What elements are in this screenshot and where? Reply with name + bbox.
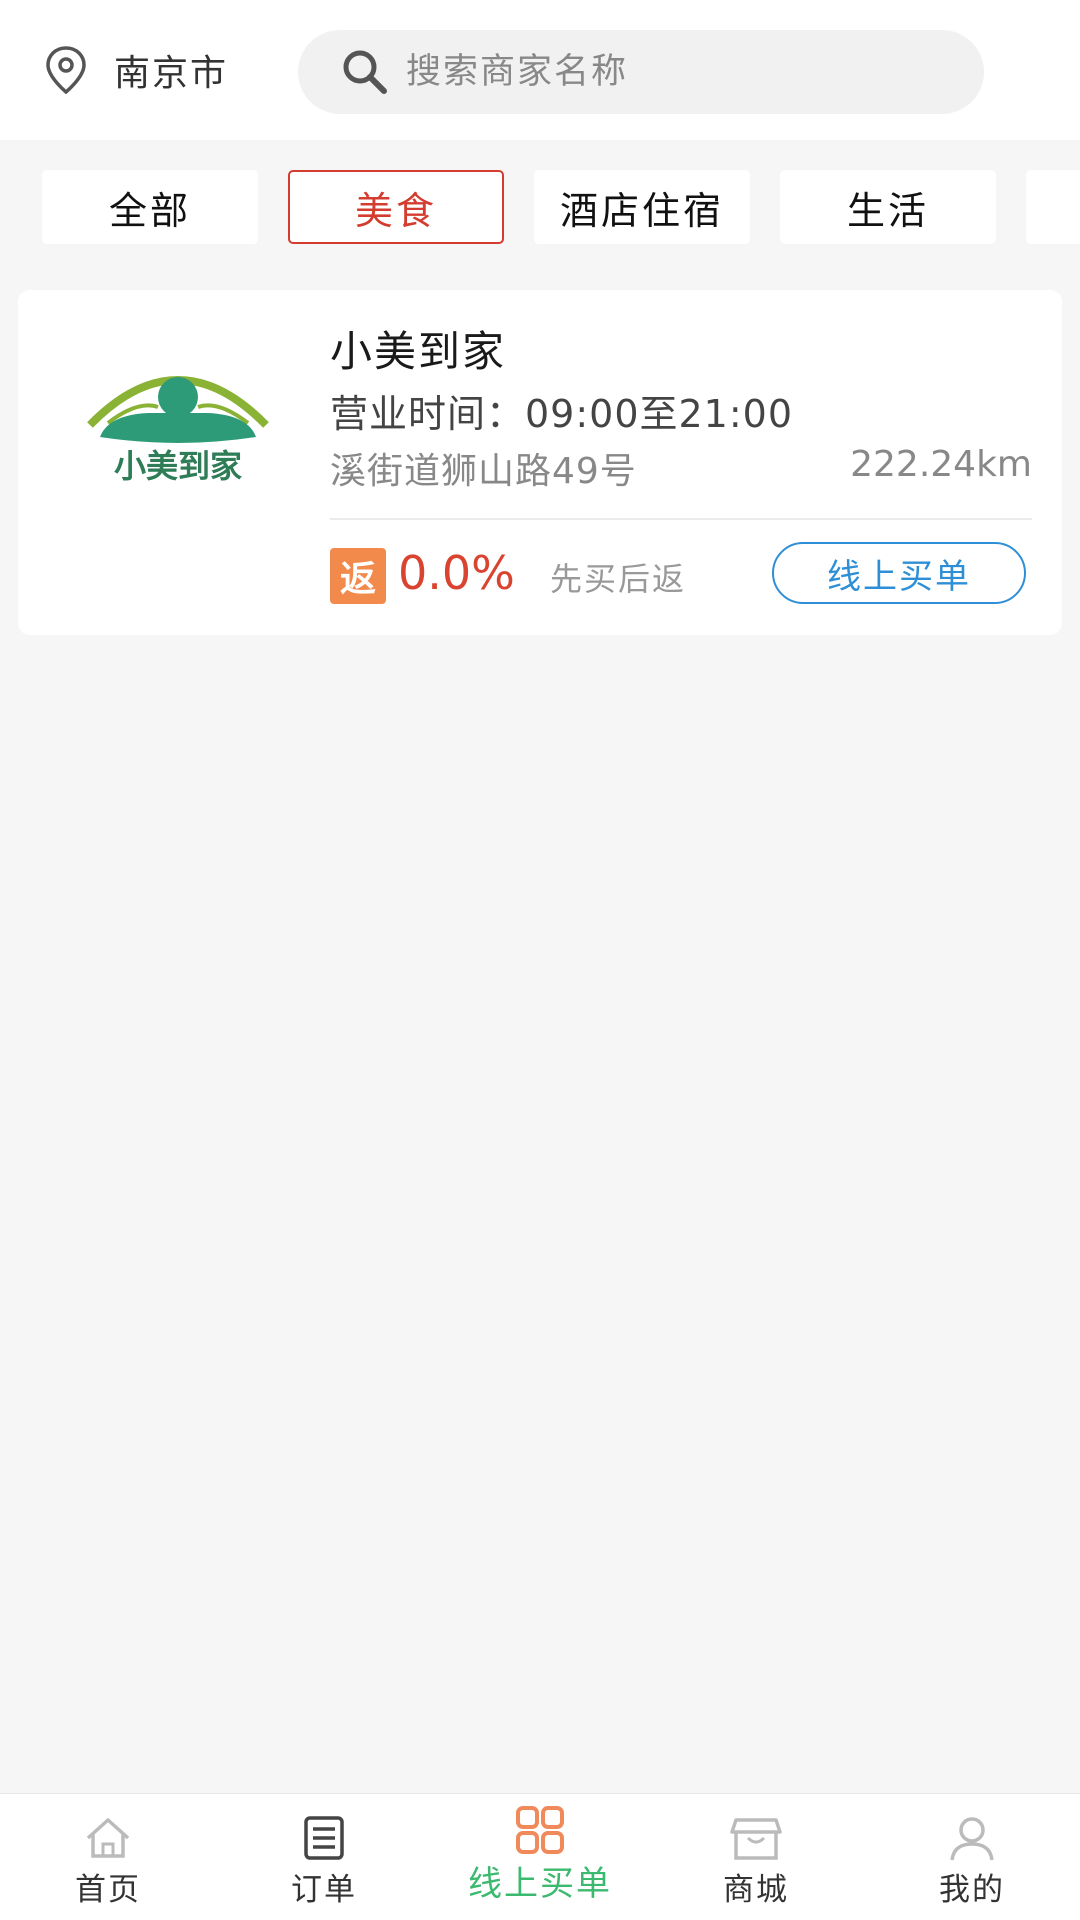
tab-mall[interactable]: 商城 bbox=[648, 1794, 864, 1920]
merchant-address: 溪街道狮山路49号 bbox=[330, 451, 637, 492]
category-tab-hotel[interactable]: 酒店住宿 bbox=[534, 170, 750, 244]
grid-icon bbox=[516, 1806, 564, 1854]
search-input[interactable] bbox=[406, 52, 966, 92]
user-icon bbox=[950, 1817, 994, 1861]
location-pin-icon bbox=[46, 46, 86, 95]
home-icon bbox=[86, 1818, 130, 1858]
city-selector[interactable]: 南京市 bbox=[40, 45, 228, 95]
tab-orders-label: 订单 bbox=[291, 1872, 357, 1908]
store-icon bbox=[730, 1818, 782, 1860]
search-bar[interactable] bbox=[298, 30, 984, 114]
business-hours: 营业时间：09:00至21:00 bbox=[330, 392, 794, 436]
merchant-card[interactable]: 小美到家 小美到家 营业时间：09:00至21:00 溪街道狮山路49号 222… bbox=[18, 290, 1062, 635]
merchant-name: 小美到家 bbox=[330, 327, 507, 376]
bottom-tab-bar: 首页 订单 线上买单 商城 我的 bbox=[0, 1793, 1080, 1920]
tab-mall-label: 商城 bbox=[723, 1872, 789, 1908]
tab-online-pay[interactable]: 线上买单 bbox=[432, 1794, 648, 1920]
category-tab-more[interactable] bbox=[1026, 170, 1080, 244]
rebate-badge: 返 bbox=[330, 548, 386, 604]
order-list-icon bbox=[304, 1816, 344, 1860]
category-tabs: 全部 美食 酒店住宿 生活 bbox=[42, 170, 1080, 246]
merchant-distance: 222.24km bbox=[850, 444, 1032, 485]
category-tab-food[interactable]: 美食 bbox=[288, 170, 504, 244]
tab-mine[interactable]: 我的 bbox=[864, 1794, 1080, 1920]
tab-orders[interactable]: 订单 bbox=[216, 1794, 432, 1920]
category-tab-life[interactable]: 生活 bbox=[780, 170, 996, 244]
category-tab-all[interactable]: 全部 bbox=[42, 170, 258, 244]
tab-mine-label: 我的 bbox=[939, 1872, 1005, 1908]
card-divider bbox=[330, 518, 1032, 520]
tab-online-pay-label: 线上买单 bbox=[468, 1864, 612, 1904]
tab-home[interactable]: 首页 bbox=[0, 1794, 216, 1920]
merchant-logo: 小美到家 bbox=[87, 376, 269, 485]
rebate-rate: 0.0% bbox=[398, 546, 515, 600]
city-name: 南京市 bbox=[114, 53, 229, 94]
tab-home-label: 首页 bbox=[75, 1872, 141, 1908]
merchant-logo-text: 小美到家 bbox=[114, 447, 242, 485]
rebate-note: 先买后返 bbox=[550, 560, 687, 598]
search-icon bbox=[343, 50, 387, 94]
online-pay-button[interactable]: 线上买单 bbox=[772, 542, 1026, 604]
top-header: 南京市 bbox=[0, 0, 1080, 140]
